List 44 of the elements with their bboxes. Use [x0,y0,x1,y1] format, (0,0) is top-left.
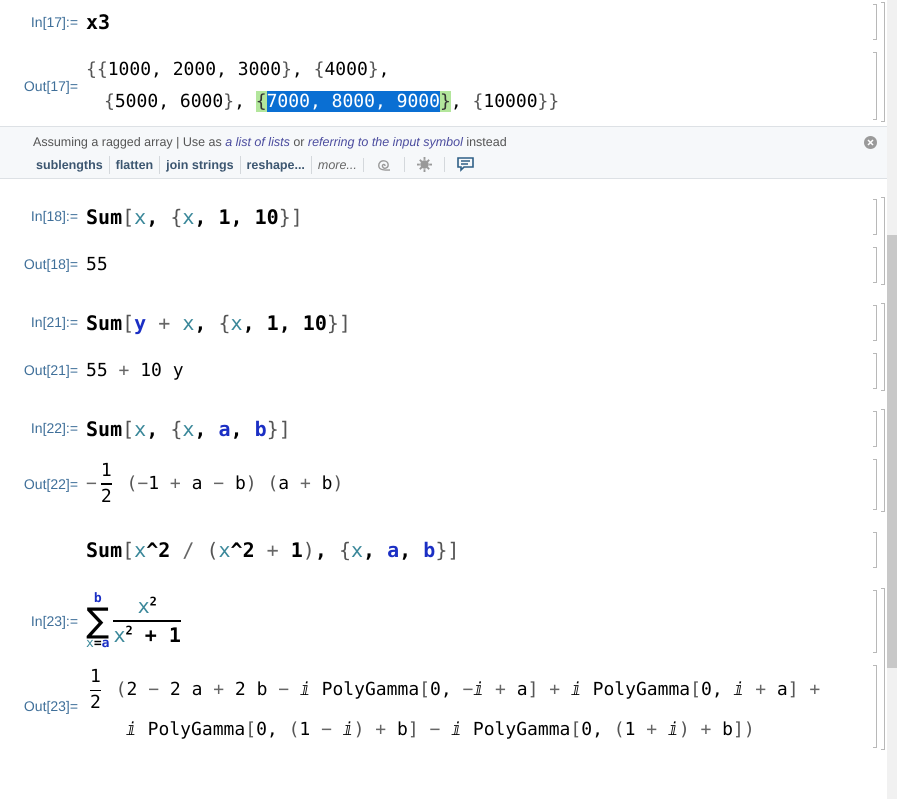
numerator: x$^{2}$ [138,595,157,618]
suggestion-button[interactable]: more... [310,156,363,174]
output-expression: {5000, 6000}, {7000, 8000, 9000}, {10000}} [104,90,560,114]
input-expression: Sum[y + x, {x, 1, 10}] [86,310,351,337]
output-expression: − [86,472,97,496]
output-label: Out[21]= [24,361,78,380]
assumption-text: Assuming a ragged array | Use as a list of lists or referring to the input symbol instead [33,134,507,151]
output-label: Out[23]= [24,696,78,716]
output-expression: ⅈ PolyGamma[0, (1 − ⅈ) + b] − ⅈ PolyGamma[0, (1 + ⅈ) + b]) [126,718,755,742]
input-label: In[23]:= [30,612,78,631]
numerator: 1 [100,460,112,482]
output-expression: 55 [86,252,108,277]
gear-icon[interactable] [416,157,432,172]
suggestion-link[interactable]: a list of lists [225,135,290,149]
suggestion-button[interactable]: join strings [159,156,240,174]
input-expression: x3 [86,9,110,36]
input-expression: Sum[x^2 / (x^2 + 1), {x, a, b}] [86,536,460,564]
close-icon[interactable] [864,136,877,149]
denominator: 2 [90,693,101,714]
numerator: 1 [90,666,101,688]
output-expression: (−1 + a − b) (a + b) [126,472,344,496]
denominator: 2 [100,486,112,508]
input-expression: Sum[x, {x, a, b}] [86,416,291,443]
output-label: Out[18]= [24,255,78,274]
suggestion-button[interactable]: sublengths [30,156,109,174]
spiral-icon[interactable] [376,158,392,172]
output-expression: 55 + 10 y [86,358,184,383]
suggestion-link[interactable]: referring to the input symbol [308,135,463,149]
suggestion-button[interactable]: reshape... [240,156,311,174]
output-expression: (2 − 2 a + 2 b − ⅈ PolyGamma[0, −ⅈ + a] + ⅈ PolyGamma[0, ⅈ + a] + [114,678,820,702]
output-label: Out[22]= [24,474,78,494]
input-label: In[22]:= [30,419,78,438]
sum-symbol: ∑ [86,606,110,637]
sum-upper-limit: b [94,592,102,606]
input-label: In[21]:= [30,313,78,332]
denominator: x$^{2}$ + 1 [113,624,181,647]
input-expression: Sum[x, {x, 1, 10}] [86,204,303,231]
input-label: In[17]:= [30,12,78,32]
input-label: In[18]:= [30,207,78,226]
output-label: Out[17]= [24,76,78,96]
scrollbar-thumb[interactable] [887,235,897,668]
suggestion-button[interactable]: flatten [108,156,160,174]
comment-icon[interactable] [456,157,474,172]
output-expression: {{1000, 2000, 3000}, {4000}, [86,58,390,82]
